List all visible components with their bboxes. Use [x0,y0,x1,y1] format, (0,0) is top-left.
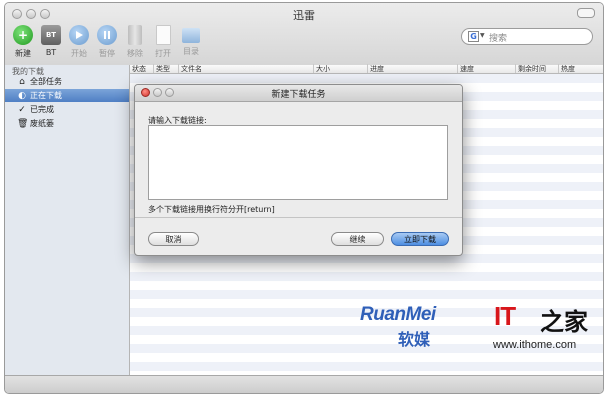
open-button[interactable]: 打开 [149,25,177,59]
sidebar-item-label: 正在下载 [30,91,62,100]
ruanmei-watermark: RuanMei [360,304,436,325]
start-label: 开始 [71,49,87,58]
remove-label: 移除 [127,49,143,58]
column-progress[interactable]: 进度 [367,64,384,73]
check-icon: ✓ [18,104,26,115]
chevron-down-icon[interactable]: ▼ [480,32,485,39]
column-popularity[interactable]: 热度 [558,64,575,73]
column-remaining-time[interactable]: 剩余时间 [515,64,546,73]
open-label: 打开 [155,49,171,58]
table-row [130,272,603,281]
ithome-logo: IT [494,301,516,331]
plus-icon: + [13,25,33,45]
bt-icon-text: BT [45,31,57,39]
folder-button[interactable]: 目录 [177,25,205,57]
trash-can-icon [128,25,142,45]
pause-button[interactable]: 暂停 [93,25,121,59]
google-search-engine-icon[interactable]: G [468,31,479,42]
continue-button[interactable]: 继续 [331,232,384,246]
table-header: 状态 类型 文件名 大小 进度 速度 剩余时间 热度 [130,64,603,74]
ruanmei-watermark-cn: 软媒 [398,330,431,349]
sidebar: 我的下载 ⌂ 全部任务 ◐ 正在下载 ✓ 已完成 🗑 废纸篓 [5,65,130,375]
folder-icon [182,28,200,43]
sidebar-item-all-tasks[interactable]: ⌂ 全部任务 [5,75,129,88]
toolbar-toggle-button[interactable] [577,8,595,18]
table-row [130,326,603,335]
cancel-button[interactable]: 取消 [148,232,199,246]
remove-button[interactable]: 移除 [121,25,149,59]
pause-label: 暂停 [99,49,115,58]
trash-icon: 🗑 [17,118,29,129]
document-icon [155,25,171,45]
dialog-title-bar: 新建下载任务 [135,85,462,102]
download-icon: ◐ [18,90,26,101]
url-hint-label: 多个下载链接用换行符分开[return] [148,205,275,214]
start-button[interactable]: 开始 [65,25,93,59]
sidebar-item-label: 已完成 [30,105,54,114]
download-now-button[interactable]: 立即下载 [391,232,449,246]
pause-icon [97,25,117,45]
status-bar [5,375,603,393]
new-download-dialog: 新建下载任务 请输入下载链接: 多个下载链接用换行符分开[return] 取消 … [134,84,463,256]
new-task-button[interactable]: + 新建 [9,25,37,59]
column-type[interactable]: 类型 [153,64,170,73]
column-filename[interactable]: 文件名 [178,64,202,73]
title-bar: 迅雷 + 新建 BT BT 开始 暂停 移除 打开 目录 G ▼ 搜索 [5,3,603,66]
dialog-title: 新建下载任务 [271,90,326,100]
search-field[interactable]: G ▼ 搜索 [461,28,593,45]
table-row [130,362,603,371]
column-speed[interactable]: 速度 [457,64,474,73]
sidebar-item-label: 全部任务 [30,77,62,86]
url-textarea[interactable] [148,125,448,200]
sidebar-item-completed[interactable]: ✓ 已完成 [5,103,129,116]
play-icon [69,25,89,45]
bt-file-icon: BT [41,25,61,45]
sidebar-item-trash[interactable]: 🗑 废纸篓 [5,117,129,130]
new-task-label: 新建 [15,49,31,58]
home-icon: ⌂ [19,76,25,87]
sidebar-item-downloading[interactable]: ◐ 正在下载 [5,89,129,102]
column-size[interactable]: 大小 [313,64,330,73]
column-status[interactable]: 状态 [130,64,146,73]
window-title: 迅雷 [293,9,315,22]
ithome-logo-cn: 之家 [540,308,588,336]
folder-label: 目录 [183,47,199,56]
bt-button[interactable]: BT BT [37,25,65,57]
table-row [130,74,603,83]
bt-label: BT [45,48,57,57]
sidebar-item-label: 废纸篓 [30,119,54,128]
dialog-divider [135,217,462,218]
ithome-url: www.ithome.com [493,339,577,351]
search-placeholder: 搜索 [489,34,508,44]
table-row [130,290,603,299]
